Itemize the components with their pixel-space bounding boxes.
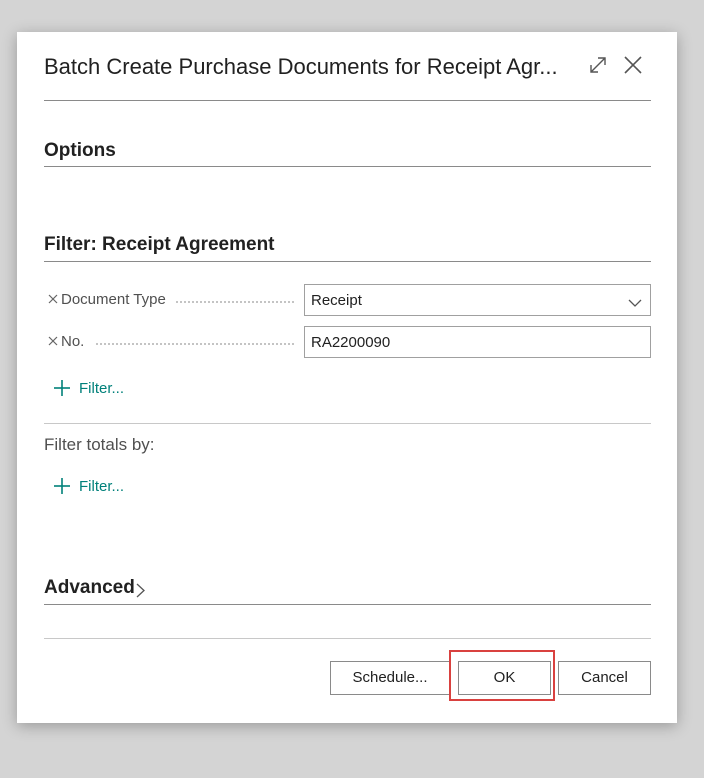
chevron-down-icon: [628, 295, 642, 307]
chevron-right-icon: [136, 583, 145, 598]
label-leader-dots: [176, 301, 294, 303]
filter-row-document-type: Document Type Receipt: [44, 284, 651, 316]
add-filter-totals-label: Filter...: [79, 478, 125, 495]
advanced-section-title: Advanced: [44, 577, 135, 598]
batch-create-dialog: Batch Create Purchase Documents for Rece…: [17, 32, 677, 723]
dialog-title: Batch Create Purchase Documents for Rece…: [44, 54, 558, 79]
cancel-button[interactable]: Cancel: [558, 661, 651, 695]
document-type-value: Receipt: [311, 292, 362, 309]
filter-totals-label: Filter totals by:: [44, 435, 155, 454]
document-type-label: Document Type: [61, 291, 166, 308]
plus-icon: [53, 477, 71, 495]
expand-arrows-icon[interactable]: [585, 52, 611, 78]
advanced-divider: [44, 604, 651, 605]
remove-filter-icon[interactable]: [47, 334, 59, 346]
plus-icon: [53, 379, 71, 397]
filter-divider: [44, 261, 651, 262]
advanced-section-toggle[interactable]: Advanced: [44, 577, 145, 603]
remove-filter-icon[interactable]: [47, 292, 59, 304]
document-type-dropdown[interactable]: Receipt: [304, 284, 651, 316]
no-value: RA2200090: [311, 334, 391, 351]
title-divider: [44, 100, 651, 101]
close-icon[interactable]: [620, 52, 646, 78]
no-input[interactable]: RA2200090: [304, 326, 651, 358]
filter-section-title: Filter: Receipt Agreement: [44, 234, 275, 255]
no-label: No.: [61, 333, 85, 350]
filter-totals-divider: [44, 423, 651, 424]
options-divider: [44, 166, 651, 167]
add-filter-totals-link[interactable]: Filter...: [53, 476, 163, 498]
footer-divider: [44, 638, 651, 639]
add-filter-label: Filter...: [79, 380, 125, 397]
add-filter-link[interactable]: Filter...: [53, 378, 163, 400]
schedule-button[interactable]: Schedule...: [330, 661, 450, 695]
ok-button-highlight: [449, 650, 555, 701]
options-section-title[interactable]: Options: [44, 140, 116, 162]
label-leader-dots: [96, 343, 294, 345]
filter-row-no: No. RA2200090: [44, 326, 651, 358]
